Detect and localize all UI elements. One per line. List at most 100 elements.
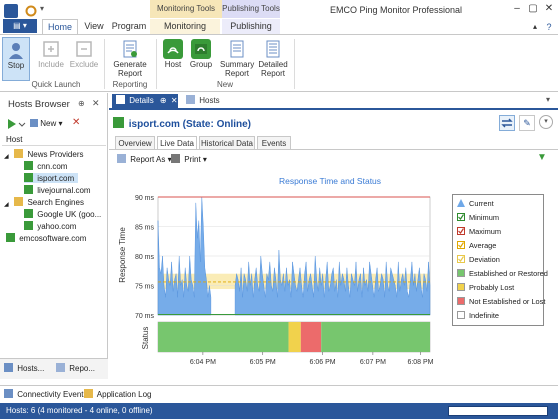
tab-monitoring[interactable]: Monitoring — [150, 19, 220, 34]
maximize-button[interactable]: ▢ — [526, 3, 540, 15]
folder-icon — [14, 149, 24, 158]
group-label-quick-launch: Quick Launch — [31, 80, 81, 89]
detailed-report-label-1: Detailed — [258, 60, 288, 69]
stop-label: Stop — [7, 61, 25, 70]
close-button[interactable]: ✕ — [542, 3, 556, 15]
detailed-report-button[interactable]: Detailed Report — [256, 37, 290, 81]
doc-tab-details[interactable]: Details ⊕ ✕ — [112, 94, 178, 108]
host-status-icon — [6, 233, 15, 242]
doc-tab-hosts[interactable]: Hosts — [182, 94, 226, 108]
legend-swatch — [457, 255, 465, 263]
expand-arrow-icon[interactable]: ◢ — [4, 153, 10, 162]
file-menu-button[interactable]: ▤ ▾ — [3, 19, 37, 33]
group-label: Group — [189, 60, 213, 69]
collapse-view-button[interactable]: ▾ — [539, 115, 553, 129]
legend-item: Deviation — [457, 255, 500, 264]
summary-report-button[interactable]: Summary Report — [220, 37, 254, 81]
tree-label: livejournal.com — [37, 186, 91, 195]
quick-access-dropdown-icon[interactable]: ▾ — [40, 4, 54, 18]
exclude-icon — [74, 39, 94, 59]
swap-view-button[interactable] — [499, 115, 515, 131]
start-monitoring-button[interactable] — [6, 118, 26, 130]
summary-report-label-2: Report — [224, 69, 249, 78]
quick-access-refresh-icon[interactable] — [24, 4, 38, 18]
stop-button[interactable]: Stop — [2, 37, 30, 81]
panel-close-icon[interactable]: ✕ — [92, 98, 100, 109]
subtab-events[interactable]: Events — [257, 136, 291, 150]
host-status-icon — [24, 209, 33, 218]
host-label: Host — [164, 60, 182, 69]
subtab-live-data[interactable]: Live Data — [157, 136, 197, 150]
tree-host-google-uk[interactable]: Google UK (goo... — [24, 209, 101, 219]
window-title: EMCO Ping Monitor Professional — [330, 5, 463, 15]
legend-item: Current — [457, 199, 494, 208]
print-button[interactable]: Print ▾ — [171, 154, 207, 164]
legend-label: Current — [469, 199, 494, 208]
panel-tab-hosts[interactable]: Hosts... — [4, 363, 44, 373]
include-label: Include — [38, 60, 64, 69]
panel-tab-reports[interactable]: Repo... — [56, 363, 95, 373]
host-status-icon — [24, 173, 33, 182]
group-label-reporting: Reporting — [112, 80, 148, 89]
legend-swatch — [457, 199, 465, 207]
tree-host-emcosoftware[interactable]: emcosoftware.com — [6, 233, 86, 243]
generate-report-button[interactable]: Generate Report — [108, 37, 152, 81]
new-host-button[interactable]: Host — [160, 37, 186, 81]
tree-host-isport[interactable]: isport.com — [24, 173, 79, 183]
legend-item: Not Established or Lost — [457, 297, 545, 306]
tree-column-header[interactable]: Host — [2, 134, 106, 146]
report-as-icon — [117, 154, 126, 163]
new-group-button[interactable]: Group — [188, 37, 214, 81]
tree-host-yahoo[interactable]: yahoo.com — [24, 221, 76, 231]
details-header: isport.com (State: Online) — [113, 117, 251, 130]
application-log-tab[interactable]: Application Log — [84, 389, 152, 399]
legend-swatch — [457, 311, 465, 319]
folder-icon — [14, 197, 24, 206]
summary-report-icon — [227, 39, 247, 59]
include-button[interactable]: Include — [34, 37, 68, 81]
panel-tab-reports-label: Repo... — [69, 364, 96, 373]
doc-tab-close-icon[interactable]: ✕ — [171, 96, 178, 105]
report-as-button[interactable]: Report As ▾ — [117, 154, 172, 164]
expand-arrow-icon[interactable]: ◢ — [4, 201, 10, 210]
exclude-button[interactable]: Exclude — [68, 37, 100, 81]
legend-label: Maximum — [469, 227, 502, 236]
legend-swatch — [457, 241, 465, 249]
tab-home[interactable]: Home — [42, 19, 78, 34]
tree-label: cnn.com — [37, 162, 68, 171]
filter-icon[interactable]: ▼ — [537, 152, 547, 163]
new-label: New — [40, 119, 57, 128]
legend-label: Probably Lost — [469, 283, 515, 292]
pin-view-button[interactable]: ✎ — [519, 115, 535, 131]
include-icon — [41, 39, 61, 59]
detailed-report-icon — [263, 39, 283, 59]
tree-host-cnn[interactable]: cnn.com — [24, 161, 67, 171]
tree-label: Search Engines — [27, 198, 84, 207]
tree-label: isport.com — [37, 174, 75, 183]
tree-host-livejournal[interactable]: livejournal.com — [24, 185, 91, 195]
generate-report-label-1: Generate — [113, 60, 147, 69]
ribbon-collapse-icon[interactable]: ▴ — [528, 21, 542, 33]
tab-view[interactable]: View — [80, 19, 108, 34]
tab-publishing[interactable]: Publishing — [222, 19, 280, 34]
app-icon — [4, 4, 18, 18]
doc-tabs-overflow-icon[interactable]: ▾ — [546, 95, 550, 104]
subtab-historical-data[interactable]: Historical Data — [199, 136, 255, 150]
help-icon[interactable]: ? — [542, 21, 556, 33]
doc-tab-pin-icon[interactable]: ⊕ — [160, 96, 167, 105]
context-tab-monitoring-tools: Monitoring Tools — [150, 0, 222, 18]
panel-pin-icon[interactable]: ⊕ — [78, 99, 85, 108]
hosts-doc-tab-icon — [186, 95, 195, 104]
subtab-overview[interactable]: Overview — [115, 136, 155, 150]
minimize-button[interactable]: – — [510, 3, 524, 15]
legend-swatch — [457, 269, 465, 277]
connectivity-events-tab[interactable]: Connectivity Events — [4, 389, 88, 399]
new-dropdown-button[interactable]: New ▾ — [30, 118, 68, 130]
group-label-new: New — [216, 80, 233, 89]
delete-icon[interactable]: ✕ — [72, 117, 80, 128]
legend-swatch — [457, 283, 465, 291]
panel-bottom-tabs: Hosts... Repo... — [0, 358, 108, 379]
status-progress — [448, 406, 548, 416]
tab-program[interactable]: Program — [110, 19, 148, 34]
details-tab-icon — [116, 95, 125, 104]
